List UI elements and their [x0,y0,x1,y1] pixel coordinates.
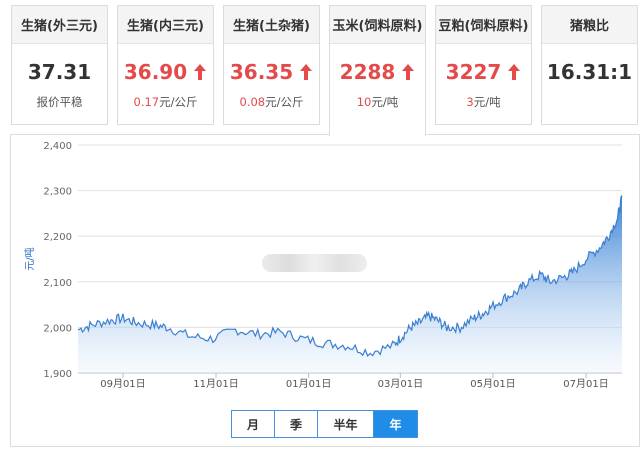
range-selector: 月 季 半年 年 [231,410,418,438]
y-tick-label: 1,900 [43,369,72,380]
unit-text: 元/吨 [371,95,399,109]
x-tick-label: 05月01日 [470,378,515,390]
y-tick-label: 2,200 [43,232,72,243]
x-tick-label: 09月01日 [100,378,145,390]
x-tick-label: 03月01日 [378,378,423,390]
y-tick-label: 2,000 [43,323,72,334]
price-value: 2288 [339,60,396,84]
x-tick-label: 07月01日 [563,378,608,390]
range-button-year[interactable]: 年 [374,411,417,437]
y-tick-label: 2,100 [43,278,72,289]
tab-price: 2288 [330,58,425,86]
price-chart: 1,900 2,000 2,100 2,200 2,300 2,400 09月01日 11月0… [23,141,623,390]
change-value: 10 [356,95,372,109]
y-tick-label: 2,400 [43,141,72,152]
y-tick-label: 2,300 [43,187,72,198]
series-area [78,196,622,373]
y-axis-label: 元/吨 [23,247,36,270]
tab-sub: 10元/吨 [330,94,425,110]
range-button-month[interactable]: 月 [232,411,275,437]
tab-title: 玉米(饲料原料) [330,6,425,44]
range-button-halfyear[interactable]: 半年 [318,411,374,437]
arrow-up-icon [401,63,415,81]
x-tick-label: 01月01日 [286,378,331,390]
page-root: 生猪(外三元) 37.31 报价平稳 生猪(内三元) 36.90 0.17元/公… [0,0,640,450]
x-tick-label: 11月01日 [193,378,238,390]
watermark-blur [262,254,367,272]
range-button-quarter[interactable]: 季 [275,411,318,437]
tab-corn[interactable]: 玉米(饲料原料) 2288 10元/吨 [329,5,426,136]
